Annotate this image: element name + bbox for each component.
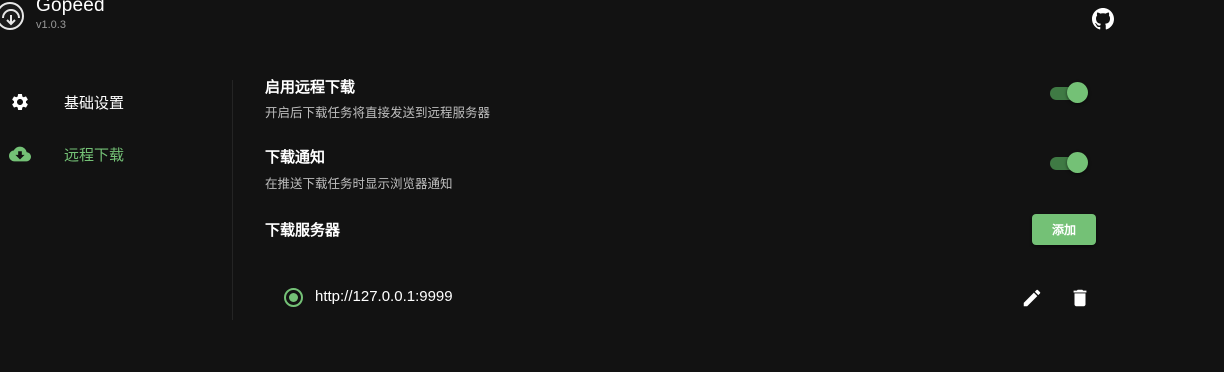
- server-url: http://127.0.0.1:9999: [315, 288, 453, 305]
- sidebar-item-basic-settings[interactable]: 基础设置: [0, 78, 220, 126]
- delete-icon[interactable]: [1068, 286, 1092, 310]
- edit-icon[interactable]: [1020, 286, 1044, 310]
- download-notification-title: 下载通知: [265, 148, 326, 166]
- server-list-item[interactable]: http://127.0.0.1:9999: [265, 278, 1105, 318]
- sidebar-item-label: 远程下载: [64, 145, 125, 164]
- sidebar-item-label: 基础设置: [64, 93, 125, 112]
- app-window: Gopeed v1.0.3 基础设置 远程下载 启用远程下载 开启后下载任务将直…: [0, 0, 1224, 372]
- github-icon[interactable]: [1092, 8, 1114, 30]
- remote-download-toggle[interactable]: [1050, 82, 1088, 104]
- remote-download-description: 开启后下载任务将直接发送到远程服务器: [265, 105, 491, 120]
- add-server-button[interactable]: 添加: [1032, 214, 1096, 245]
- toggle-thumb: [1067, 152, 1088, 173]
- remote-download-title: 启用远程下载: [265, 78, 356, 96]
- gopeed-logo-icon: [0, 2, 24, 30]
- app-version: v1.0.3: [36, 19, 66, 31]
- download-notification-description: 在推送下载任务时显示浏览器通知: [265, 176, 453, 191]
- toggle-thumb: [1067, 82, 1088, 103]
- download-notification-toggle[interactable]: [1050, 152, 1088, 174]
- sidebar-divider: [232, 80, 233, 320]
- cloud-download-icon: [9, 143, 31, 165]
- server-radio[interactable]: [284, 288, 303, 307]
- app-title: Gopeed: [36, 0, 105, 16]
- sidebar-item-remote-download[interactable]: 远程下载: [0, 130, 220, 178]
- download-servers-title: 下载服务器: [265, 221, 341, 239]
- gear-icon: [9, 91, 31, 113]
